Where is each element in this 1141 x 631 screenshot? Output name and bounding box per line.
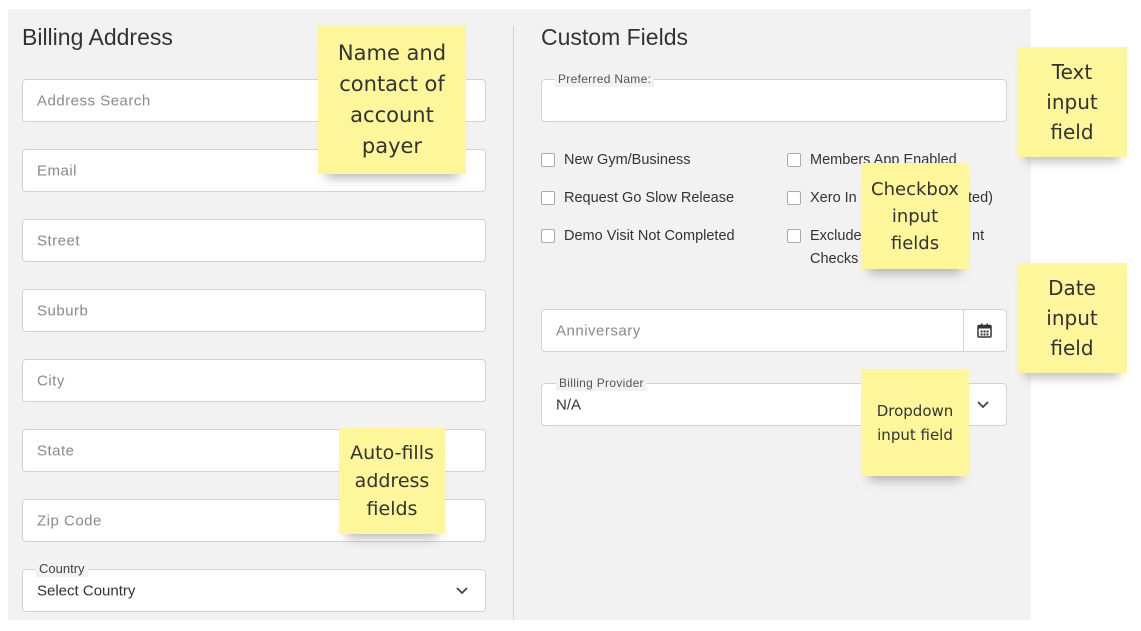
sticky-note-name-contact: Name and contact of account payer <box>318 25 466 174</box>
email-placeholder: Email <box>37 162 78 179</box>
street-placeholder: Street <box>37 232 81 249</box>
checkbox[interactable] <box>787 191 801 205</box>
checkbox[interactable] <box>787 229 801 243</box>
billing-provider-value: N/A <box>556 396 582 413</box>
checkbox-label: Exclude <box>810 228 862 244</box>
suburb-placeholder: Suburb <box>37 302 89 319</box>
sticky-note-text: Date input field <box>1046 276 1098 360</box>
sticky-note-dropdown: Dropdown input field <box>861 369 969 476</box>
anniversary-placeholder: Anniversary <box>556 322 641 339</box>
city-placeholder: City <box>37 372 65 389</box>
sticky-note-date-input: Date input field <box>1017 263 1127 373</box>
anniversary-date-input[interactable]: Anniversary <box>541 309 1007 352</box>
checkbox-label: Xero In <box>810 190 857 206</box>
calendar-icon[interactable] <box>977 323 992 338</box>
sticky-note-text: Checkbox input fields <box>871 178 959 254</box>
street-field[interactable]: Street <box>22 219 486 262</box>
state-placeholder: State <box>37 442 75 459</box>
address-search-placeholder: Address Search <box>37 92 151 109</box>
calendar-separator <box>963 310 964 351</box>
sticky-note-text: Auto-fills address fields <box>350 442 434 520</box>
sticky-note-checkbox: Checkbox input fields <box>861 163 969 269</box>
checkbox[interactable] <box>787 153 801 167</box>
checkbox-label: Demo Visit Not Completed <box>564 228 735 244</box>
checkbox[interactable] <box>541 153 555 167</box>
sticky-note-autofill: Auto-fills address fields <box>339 428 445 534</box>
sticky-note-text-input: Text input field <box>1017 47 1127 157</box>
preferred-name-label: Preferred Name: <box>555 71 655 87</box>
checkbox-label: Request Go Slow Release <box>564 190 735 206</box>
checkbox[interactable] <box>541 229 555 243</box>
sticky-note-text: Name and contact of account payer <box>337 40 447 158</box>
sticky-note-text: Dropdown input field <box>876 401 954 444</box>
chevron-down-icon <box>456 586 468 594</box>
sticky-note-text: Text input field <box>1046 60 1098 144</box>
country-select[interactable]: Country Select Country <box>22 561 486 612</box>
suburb-field[interactable]: Suburb <box>22 289 486 332</box>
checkbox-label-tail: ted) <box>968 190 993 206</box>
billing-provider-label: Billing Provider <box>556 375 647 391</box>
chevron-down-icon <box>977 400 989 408</box>
preferred-name-input[interactable]: Preferred Name: <box>541 71 1007 122</box>
checkbox[interactable] <box>541 191 555 205</box>
checkbox-label-line2: Checks <box>810 251 859 267</box>
country-value: Select Country <box>37 582 136 599</box>
billing-address-title: Billing Address <box>22 24 173 50</box>
column-divider <box>513 26 514 620</box>
checkbox-label: New Gym/Business <box>564 152 691 168</box>
zip-code-placeholder: Zip Code <box>37 512 102 529</box>
country-label: Country <box>36 561 88 577</box>
custom-fields-title: Custom Fields <box>541 24 688 50</box>
checkbox-label-tail: nt <box>972 228 985 244</box>
city-field[interactable]: City <box>22 359 486 402</box>
